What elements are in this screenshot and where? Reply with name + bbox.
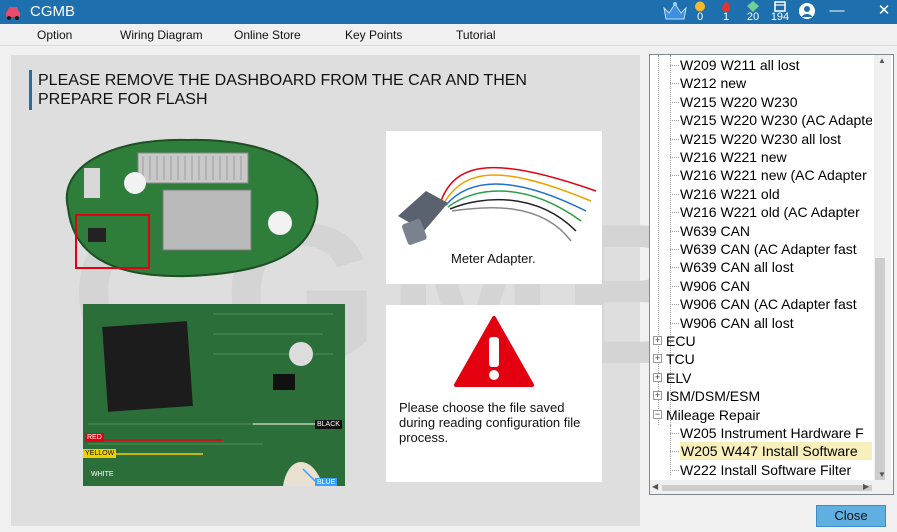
tree-item[interactable]: W906 CAN (AC Adapter fast (680, 295, 857, 313)
warning-card: Please choose the file saved during read… (386, 305, 602, 482)
instruction-title: PLEASE REMOVE THE DASHBOARD FROM THE CAR… (38, 72, 527, 108)
wire-label-black: BLACK (315, 420, 342, 429)
tree-vertical-scroll-thumb[interactable] (875, 258, 885, 483)
user-avatar-icon[interactable] (799, 3, 815, 19)
wire-label-white: WHITE (91, 471, 114, 478)
tree-item[interactable]: W212 new (680, 74, 746, 92)
tree-connector (670, 230, 679, 232)
scroll-right-icon[interactable]: ▶ (863, 482, 869, 492)
tree-connector (670, 451, 679, 453)
tree-connector (670, 433, 679, 434)
wire-label-red: RED (85, 433, 104, 442)
tree-item[interactable]: W215 W220 W230 (680, 93, 798, 111)
menu-key-points[interactable]: Key Points (345, 27, 402, 43)
tree-expander-icon[interactable]: + (653, 372, 662, 382)
tree-item[interactable]: W215 W220 W230 all lost (680, 130, 841, 148)
scroll-left-icon[interactable]: ◀ (652, 482, 658, 492)
wiring-pcb-photo: RED YELLOW WHITE BLACK BLUE (83, 304, 345, 486)
tree-item[interactable]: W639 CAN all lost (680, 258, 794, 276)
warning-message: Please choose the file saved during read… (399, 400, 581, 445)
tree-connector (670, 157, 679, 158)
tree-expander-icon[interactable]: + (653, 336, 662, 345)
tree-item[interactable]: W639 CAN (680, 222, 750, 240)
tree-expander-icon[interactable]: − (653, 409, 662, 419)
wire-label-yellow: YELLOW (83, 449, 117, 458)
diamond-count: 20 (746, 11, 760, 23)
app-car-icon (6, 7, 20, 20)
close-button[interactable]: Close (816, 505, 886, 527)
tree-connector (670, 83, 679, 85)
coin-count: 0 (696, 11, 704, 23)
meter-adapter-card: Meter Adapter. (386, 131, 602, 284)
crown-icon[interactable] (662, 1, 688, 22)
tree-connector (670, 322, 679, 324)
diamond-stat[interactable]: 20 (742, 0, 764, 24)
tree-connector (670, 101, 679, 103)
meter-adapter-caption: Meter Adapter. (451, 251, 536, 266)
tree-horizontal-scroll-thumb[interactable] (662, 485, 872, 491)
tree-item[interactable]: ELV (666, 369, 691, 387)
tree-item[interactable]: W216 W221 old (AC Adapter (680, 203, 860, 221)
menu-tutorial[interactable]: Tutorial (456, 27, 496, 43)
minimize-button[interactable]: — (826, 0, 848, 22)
tree-connector (670, 267, 679, 269)
tree-item[interactable]: W222 Install Software Filter (680, 461, 851, 479)
fire-stat[interactable]: 1 (715, 0, 737, 24)
tree-item[interactable]: W906 CAN (680, 277, 750, 295)
tree-item[interactable]: W216 W221 old (680, 185, 780, 203)
tree-expander-icon[interactable]: + (653, 391, 662, 401)
tree-connector (670, 304, 679, 306)
title-accent-bar (29, 70, 32, 110)
tree-item[interactable]: W215 W220 W230 (AC Adapter (680, 111, 872, 129)
app-title: CGMB (30, 3, 75, 20)
tree-connector (670, 285, 679, 287)
tree-item[interactable]: Mileage Repair (666, 406, 760, 424)
tree-connector (670, 175, 679, 177)
menu-bar: Option Wiring Diagram Online Store Key P… (0, 24, 897, 46)
tree-item-selected[interactable]: W205 W447 Install Software (680, 442, 872, 461)
tree-item[interactable]: W209 W211 all lost (680, 56, 800, 74)
menu-wiring-diagram[interactable]: Wiring Diagram (120, 27, 203, 43)
tree-connector (670, 212, 679, 214)
wire-label-blue: BLUE (315, 478, 338, 486)
tree-guide-line (658, 55, 659, 425)
menu-option[interactable]: Option (37, 27, 72, 43)
close-window-button[interactable]: ✕ (873, 0, 895, 22)
box-count: 194 (770, 11, 790, 23)
box-stat[interactable]: 194 (769, 0, 791, 24)
tree-item[interactable]: ISM/DSM/ESM (666, 387, 760, 405)
tree-connector (670, 469, 679, 471)
menu-online-store[interactable]: Online Store (234, 27, 301, 43)
scroll-up-icon[interactable]: ▲ (878, 56, 886, 66)
dashboard-pcb-photo (48, 128, 333, 283)
tree-expander-icon[interactable]: + (653, 354, 662, 364)
tree-item[interactable]: TCU (666, 350, 695, 368)
tree-item[interactable]: ECU (666, 332, 696, 350)
scroll-down-icon[interactable]: ▼ (878, 470, 886, 480)
fire-count: 1 (722, 11, 730, 23)
title-bar: CGMB 0 1 20 194 — ✕ (0, 0, 897, 24)
tree-connector (670, 120, 679, 122)
tree-connector (670, 138, 679, 140)
tree-item[interactable]: W216 W221 new (AC Adapter (680, 166, 867, 184)
tree-item[interactable]: W205 Instrument Hardware F (680, 424, 864, 442)
tree-item[interactable]: W216 W221 new (680, 148, 787, 166)
warning-triangle-icon (454, 316, 534, 387)
tree-connector (670, 65, 679, 66)
tree-connector (670, 249, 679, 250)
tree-item[interactable]: W639 CAN (AC Adapter fast (680, 240, 857, 258)
tree-item[interactable]: W906 CAN all lost (680, 314, 794, 332)
tree-connector (670, 193, 679, 195)
coin-stat[interactable]: 0 (689, 0, 711, 24)
